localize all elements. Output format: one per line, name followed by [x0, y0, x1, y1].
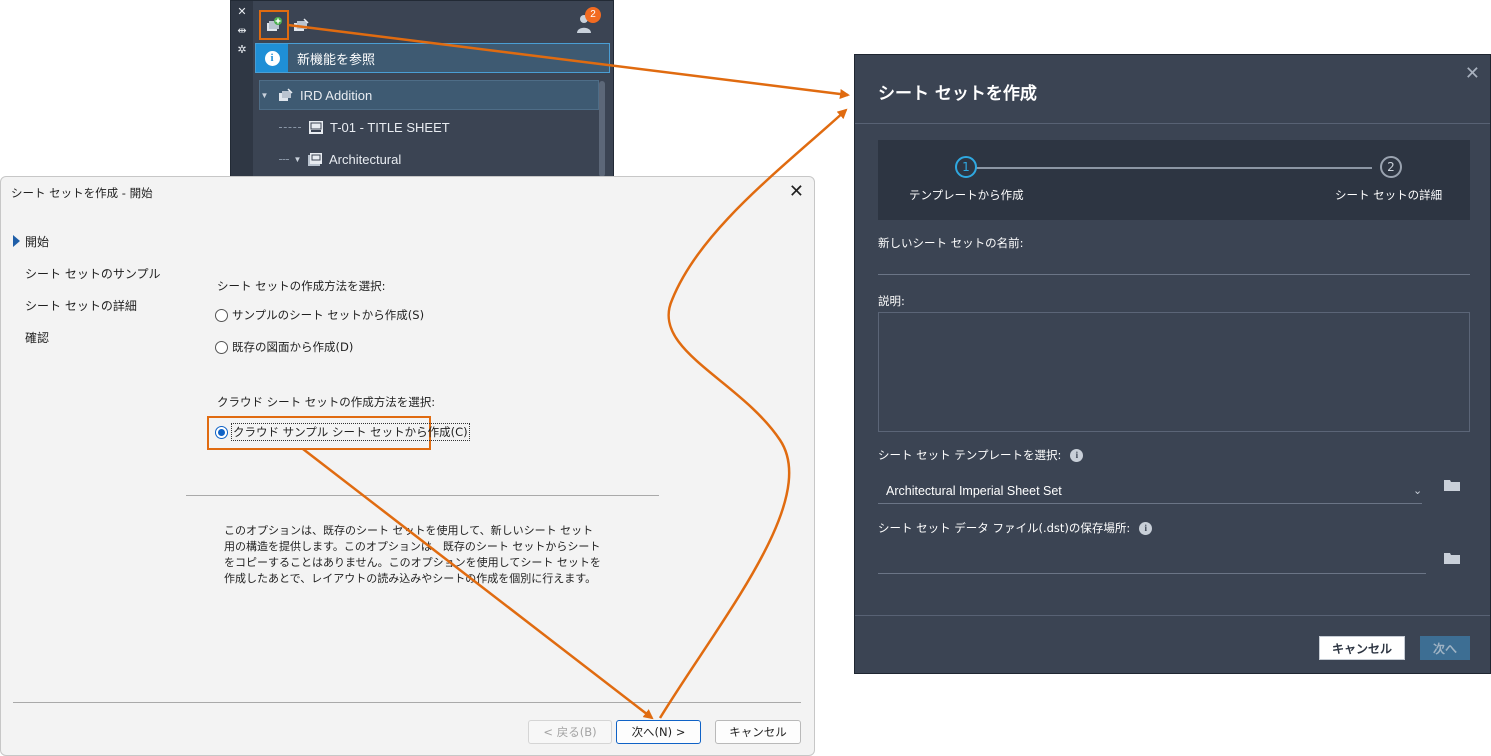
label-text: 新しいシート セットの名前:	[878, 236, 1024, 250]
notification-badge: 2	[585, 7, 601, 23]
footer-divider	[855, 615, 1490, 616]
wizard-nav-start: 開始	[11, 233, 160, 265]
radio-label: サンプルのシート セットから作成(S)	[232, 308, 425, 322]
sheet-set-manager-palette: ✕ ⇹ ✲ 2 i 新機能を参照 ▼ IRD Addition T-01 - T…	[230, 0, 614, 178]
collapse-caret-icon[interactable]: ▼	[293, 155, 302, 164]
properties-icon[interactable]: ✲	[236, 44, 248, 56]
tree-connector	[279, 158, 289, 160]
label-text: 説明:	[878, 294, 905, 308]
dialog-close-button[interactable]: ✕	[1465, 63, 1480, 84]
step-1-indicator: 1	[955, 156, 977, 178]
option-description: このオプションは、既存のシート セットを使用して、新しいシート セット用の構造を…	[224, 524, 601, 585]
description-label: 説明:	[878, 293, 905, 309]
cancel-button[interactable]: キャンセル	[1319, 636, 1405, 660]
label-text: シート セット テンプレートを選択:	[878, 448, 1062, 462]
whats-new-text: 新機能を参照	[297, 52, 376, 68]
radio-existing-drawings[interactable]: 既存の図面から作成(D)	[215, 339, 353, 355]
subset-node-icon	[306, 151, 324, 167]
wizard-nav-sample: シート セットのサンプル	[25, 267, 161, 281]
whats-new-banner[interactable]: i 新機能を参照	[255, 43, 610, 73]
info-tile: i	[256, 44, 288, 72]
radio-cloud-sample[interactable]: クラウド サンプル シート セットから作成(C)	[215, 423, 470, 441]
dst-location-label: シート セット データ ファイル(.dst)の保存場所: i	[878, 520, 1153, 536]
footer-divider	[13, 702, 801, 703]
tree-item-label: IRD Addition	[300, 87, 373, 103]
template-select[interactable]: Architectural Imperial Sheet Set	[886, 484, 1062, 498]
wizard-nav-confirm: 確認	[25, 331, 50, 345]
sheet-node-icon	[307, 119, 325, 135]
user-account-button[interactable]: 2	[573, 7, 601, 35]
cancel-button[interactable]: キャンセル	[715, 720, 801, 744]
open-sheet-set-button[interactable]	[286, 10, 316, 40]
sheet-set-node-icon	[277, 87, 295, 103]
dst-location-input[interactable]	[878, 573, 1426, 574]
create-sheet-set-dialog: シート セットを作成 ✕ 1 テンプレートから作成 2 シート セットの詳細 新…	[854, 54, 1491, 674]
sheet-set-name-label: 新しいシート セットの名前:	[878, 235, 1024, 251]
progress-stepper: 1 テンプレートから作成 2 シート セットの詳細	[878, 140, 1470, 220]
folder-icon[interactable]	[1444, 552, 1460, 564]
palette-scrollbar[interactable]	[599, 81, 605, 177]
radio-sample-sheet-set[interactable]: サンプルのシート セットから作成(S)	[215, 307, 424, 323]
info-icon: i	[264, 50, 280, 66]
tree-item-label: T-01 - TITLE SHEET	[330, 119, 450, 135]
label-text: シート セット データ ファイル(.dst)の保存場所:	[878, 521, 1131, 535]
chevron-down-icon[interactable]: ⌄	[1413, 484, 1422, 497]
stepper-line	[976, 167, 1372, 169]
folder-icon[interactable]	[1444, 479, 1460, 491]
method-label: シート セットの作成方法を選択:	[217, 279, 386, 293]
radio-label: クラウド サンプル シート セットから作成(C)	[231, 423, 470, 441]
collapse-caret-icon[interactable]: ▼	[260, 91, 269, 100]
palette-side-bar: ✕ ⇹ ✲	[231, 1, 253, 177]
template-select-underline	[878, 503, 1422, 504]
close-icon[interactable]: ✕	[236, 6, 248, 18]
create-sheet-set-button[interactable]	[259, 10, 289, 40]
description-textarea[interactable]	[878, 312, 1470, 432]
wizard-step-nav: 開始 シート セットのサンプル シート セットの詳細 確認	[11, 233, 160, 361]
wizard-close-button[interactable]: ✕	[789, 181, 804, 202]
wizard-nav-details: シート セットの詳細	[25, 299, 137, 313]
next-button[interactable]: 次へ(N) >	[616, 720, 701, 744]
step-1-label: テンプレートから作成	[909, 188, 1024, 202]
tree-item-sheet[interactable]: T-01 - TITLE SHEET	[279, 112, 619, 142]
back-button[interactable]: < 戻る(B)	[528, 720, 612, 744]
divider	[186, 495, 659, 496]
info-icon[interactable]: i	[1070, 448, 1084, 462]
radio-label: 既存の図面から作成(D)	[232, 340, 354, 354]
wizard-title: シート セットを作成 - 開始	[11, 186, 153, 200]
dialog-title: シート セットを作成	[878, 84, 1037, 104]
radio-button[interactable]	[215, 340, 228, 354]
create-sheet-set-icon	[267, 17, 282, 31]
tree-item-sheet-set[interactable]: ▼ IRD Addition	[259, 80, 599, 110]
tree-connector	[279, 126, 301, 128]
tree-item-subset[interactable]: ▼ Architectural	[279, 144, 619, 174]
next-button[interactable]: 次へ	[1420, 636, 1470, 660]
create-sheet-set-wizard: シート セットを作成 - 開始 ✕ 開始 シート セットのサンプル シート セッ…	[0, 176, 815, 756]
template-label: シート セット テンプレートを選択: i	[878, 447, 1084, 463]
tree-item-label: Architectural	[329, 151, 402, 167]
cloud-method-label: クラウド シート セットの作成方法を選択:	[217, 395, 436, 409]
title-divider	[855, 123, 1490, 124]
info-icon[interactable]: i	[1139, 521, 1153, 535]
step-2-label: シート セットの詳細	[1335, 188, 1443, 202]
radio-button-selected[interactable]	[215, 425, 228, 439]
sheet-set-name-input[interactable]	[878, 274, 1470, 275]
auto-hide-icon[interactable]: ⇹	[236, 25, 248, 37]
step-2-indicator: 2	[1380, 156, 1402, 178]
radio-button[interactable]	[215, 308, 228, 322]
sheet-set-icon	[294, 18, 309, 31]
